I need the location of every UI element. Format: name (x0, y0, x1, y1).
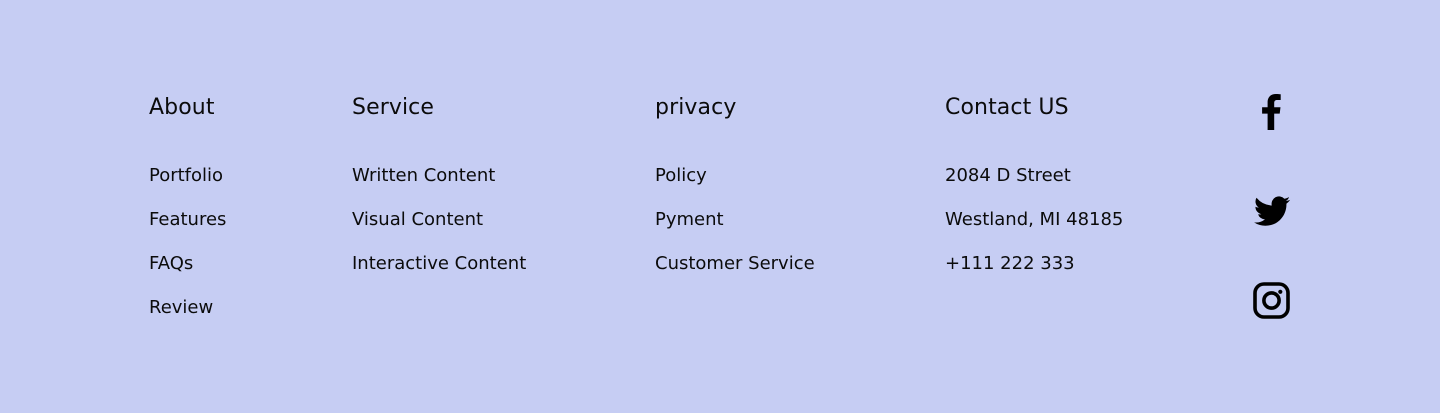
footer-link-faqs[interactable]: FAQs (149, 250, 226, 294)
footer-link-payment[interactable]: Pyment (655, 206, 815, 250)
footer-heading-privacy: privacy (655, 95, 737, 120)
instagram-link[interactable] (1250, 281, 1294, 325)
footer-link-features[interactable]: Features (149, 206, 226, 250)
footer-link-written-content[interactable]: Written Content (352, 162, 526, 206)
footer-links-about: Portfolio Features FAQs Review (149, 162, 226, 338)
footer-column-privacy: privacy Policy Pyment Customer Service (655, 92, 815, 274)
footer-heading-about: About (149, 95, 215, 120)
footer-links-service: Written Content Visual Content Interacti… (352, 162, 526, 294)
twitter-icon (1254, 196, 1291, 226)
contact-phone: +111 222 333 (945, 253, 1075, 274)
footer-link-customer-service[interactable]: Customer Service (655, 250, 815, 294)
site-footer: About Portfolio Features FAQs Review Ser… (0, 0, 1440, 413)
footer-heading-contact: Contact US (945, 95, 1069, 120)
footer-column-contact: Contact US 2084 D Street Westland, MI 48… (945, 92, 1123, 274)
contact-street-address: 2084 D Street (945, 165, 1071, 186)
footer-links-privacy: Policy Pyment Customer Service (655, 162, 815, 294)
facebook-link[interactable] (1250, 90, 1294, 134)
footer-link-portfolio[interactable]: Portfolio (149, 162, 226, 206)
facebook-icon (1262, 94, 1281, 130)
twitter-link[interactable] (1250, 189, 1294, 233)
footer-link-review[interactable]: Review (149, 294, 226, 338)
footer-contact-details: 2084 D Street Westland, MI 48185 +111 22… (945, 162, 1123, 294)
instagram-icon (1253, 282, 1290, 319)
footer-column-service: Service Written Content Visual Content I… (352, 92, 526, 274)
footer-link-policy[interactable]: Policy (655, 162, 815, 206)
footer-heading-service: Service (352, 95, 435, 120)
footer-column-about: About Portfolio Features FAQs Review (149, 92, 226, 318)
footer-link-visual-content[interactable]: Visual Content (352, 206, 526, 250)
contact-city-address: Westland, MI 48185 (945, 209, 1124, 230)
footer-link-interactive-content[interactable]: Interactive Content (352, 250, 526, 294)
